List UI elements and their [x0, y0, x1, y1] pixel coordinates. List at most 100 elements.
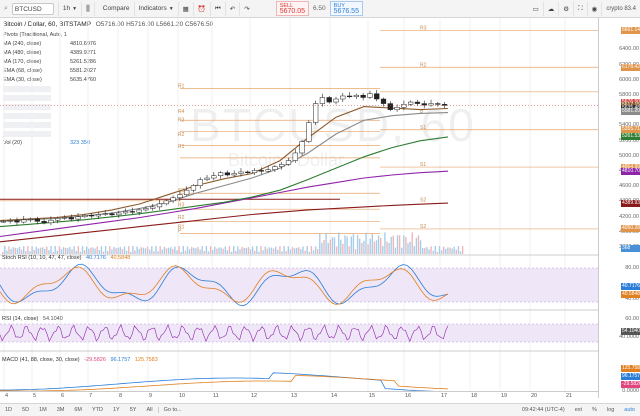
- chevron-down-icon: ▼: [72, 5, 78, 12]
- volume-bar: [461, 246, 464, 254]
- volume-bar: [12, 247, 14, 254]
- range-button[interactable]: Go to...: [157, 407, 187, 413]
- candle: [299, 141, 305, 154]
- volume-bar: [241, 247, 243, 254]
- price-axis[interactable]: 6400.006200.006000.005800.005400.005200.…: [598, 18, 640, 398]
- volume-bar: [77, 246, 79, 254]
- volume-bar: [201, 246, 203, 254]
- volume-bar: [457, 246, 460, 254]
- volume-bar: [212, 249, 214, 254]
- pane-tick: 60.00: [625, 316, 639, 322]
- auto-toggle[interactable]: auto: [619, 407, 640, 413]
- price-tag: 5261.53: [621, 133, 640, 141]
- layout-button[interactable]: ▭: [529, 1, 544, 16]
- fullscreen-button[interactable]: ⛶: [574, 1, 588, 16]
- volume-bar: [384, 232, 386, 254]
- replay-icon: ⏮: [214, 4, 221, 12]
- compare-button[interactable]: Compare: [95, 1, 135, 16]
- symbol-box[interactable]: ⌕ BTCUSD: [0, 1, 59, 16]
- settings-button[interactable]: ⚙: [559, 1, 575, 16]
- volume-bar: [128, 246, 130, 254]
- volume-bar: [417, 235, 420, 254]
- volume-bar: [350, 236, 352, 254]
- candle: [217, 172, 224, 176]
- sell-button[interactable]: SELL 5670.05: [275, 1, 309, 16]
- price-tick: 6400.00: [619, 46, 639, 53]
- log-toggle[interactable]: log: [602, 407, 619, 413]
- volume-bar: [29, 251, 31, 254]
- buy-button[interactable]: BUY 5676.55: [329, 1, 363, 16]
- indicators-button[interactable]: Indicators ▼: [135, 1, 179, 16]
- candle: [55, 218, 61, 221]
- range-button[interactable]: 5Y: [125, 407, 142, 413]
- templates-button[interactable]: ▦: [179, 1, 194, 16]
- volume-bar: [453, 246, 455, 254]
- ext-toggle[interactable]: ext: [570, 407, 587, 413]
- stoch-rsi-k: 40.7176: [86, 255, 106, 261]
- volume-bar: [329, 239, 331, 254]
- volume-bar: [268, 247, 271, 254]
- alert-button[interactable]: ⏰: [194, 1, 211, 16]
- pivot-label: R2: [420, 62, 427, 68]
- save-button[interactable]: ☁: [544, 1, 560, 16]
- account-menu[interactable]: crypto 83.4: [602, 6, 640, 12]
- pivot-label: R4: [178, 109, 185, 115]
- volume-bar: [50, 246, 52, 254]
- stoch-rsi-d: 40.5848: [110, 255, 131, 261]
- volume-bar: [205, 246, 208, 254]
- candle: [346, 95, 353, 98]
- volume-bar: [310, 246, 313, 254]
- volume-bar: [75, 250, 77, 254]
- search-icon: ⌕: [4, 4, 8, 12]
- candle: [238, 171, 244, 174]
- volume-bar: [296, 247, 298, 254]
- volume-bar: [102, 251, 105, 254]
- symbol-input[interactable]: BTCUSD: [11, 2, 54, 15]
- snapshot-button[interactable]: ◉: [588, 1, 603, 16]
- volume-bar: [191, 247, 193, 254]
- volume-bar: [159, 246, 161, 254]
- redo-button[interactable]: ↷: [240, 2, 253, 16]
- volume-bar: [388, 243, 390, 254]
- candle: [122, 211, 129, 214]
- volume-bar: [394, 247, 397, 254]
- range-button[interactable]: YTD: [87, 407, 108, 413]
- volume-bar: [293, 248, 296, 254]
- candle: [150, 206, 156, 209]
- candle: [258, 170, 264, 172]
- volume-bar: [195, 248, 197, 254]
- volume-bar: [14, 247, 16, 254]
- volume-bar: [90, 247, 92, 254]
- macd-name: MACD (41, 88, close, 30, close): [2, 357, 80, 363]
- volume-bar: [247, 247, 250, 254]
- range-button[interactable]: 3M: [52, 407, 70, 413]
- top-toolbar: ⌕ BTCUSD 1h ▼ ⫼ Compare Indicators ▼ ▦ ⏰…: [0, 0, 640, 18]
- bar-style-button[interactable]: ⫼: [82, 1, 95, 16]
- volume-bar: [71, 249, 73, 254]
- macd-line: 96.1757: [110, 357, 131, 363]
- time-tick: 11: [213, 393, 219, 399]
- volume-bar: [33, 249, 35, 254]
- range-button[interactable]: All: [141, 407, 157, 413]
- range-button[interactable]: 6M: [69, 407, 87, 413]
- volume-bar: [16, 248, 19, 254]
- range-button[interactable]: 1Y: [108, 407, 125, 413]
- volume-bar: [228, 246, 231, 254]
- candle: [265, 169, 271, 172]
- volume-bar: [153, 251, 155, 254]
- volume-bar: [281, 251, 283, 254]
- time-axis[interactable]: 4 5 6 7 8 9 10 11 12 13 14 15 16 17 18 19 20 21: [0, 391, 598, 401]
- volume-bar: [409, 241, 411, 254]
- undo-button[interactable]: ↶: [226, 1, 241, 16]
- percent-toggle[interactable]: %: [587, 407, 602, 413]
- replay-button[interactable]: ⏮: [211, 1, 226, 16]
- pane-tag: 96.1757: [621, 372, 640, 380]
- price-chart[interactable]: R3R2R1R4R3R2R1PS1S2S3R3R2R1PS1S2: [0, 18, 598, 391]
- interval-button[interactable]: 1h ▼: [59, 1, 83, 16]
- volume-bar: [419, 240, 422, 254]
- volume-bar: [138, 248, 140, 254]
- range-button[interactable]: 1D: [0, 407, 17, 413]
- range-button[interactable]: 5D: [17, 407, 34, 413]
- volume-bar: [20, 249, 23, 254]
- range-button[interactable]: 1M: [34, 407, 52, 413]
